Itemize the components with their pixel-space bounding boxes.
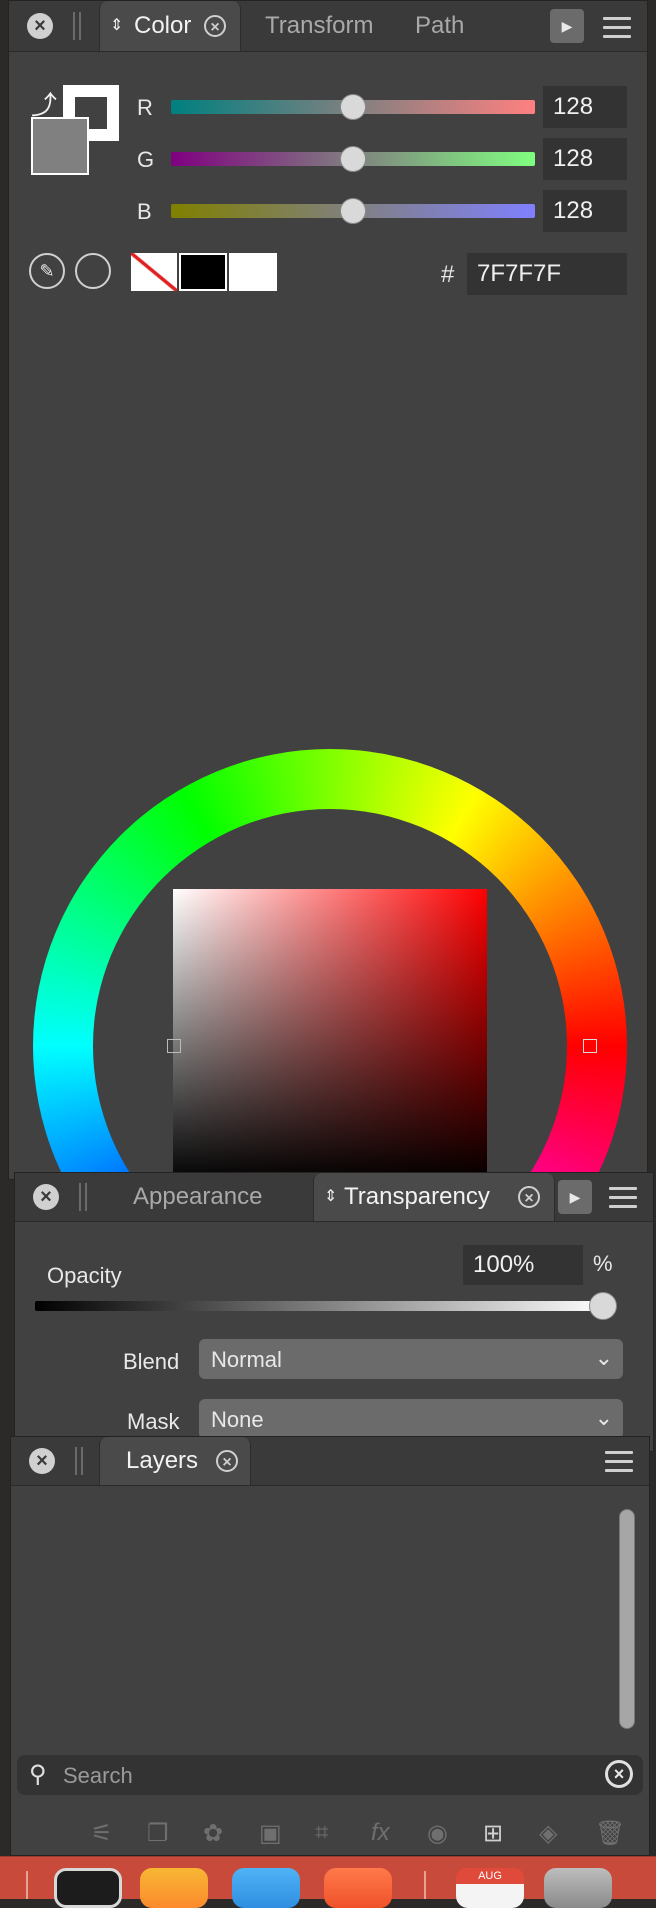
finder-icon[interactable]	[232, 1868, 300, 1908]
mask-layer-icon[interactable]: ▣	[259, 1819, 282, 1848]
hue-marker[interactable]	[583, 1039, 597, 1053]
close-panel-icon[interactable]: ×	[33, 1184, 59, 1210]
search-icon: ⚲	[29, 1761, 47, 1788]
drag-grip[interactable]	[73, 12, 81, 40]
close-panel-icon[interactable]: ×	[29, 1448, 55, 1474]
opacity-slider-thumb[interactable]	[589, 1292, 617, 1320]
b-value-field[interactable]: 128	[543, 190, 627, 232]
black-swatch[interactable]	[179, 253, 227, 291]
saturation-lightness-square[interactable]	[173, 889, 487, 1183]
hex-input[interactable]: 7F7F7F	[467, 253, 627, 295]
chevron-down-icon: ⌄	[594, 1405, 613, 1430]
dock-divider	[424, 1871, 426, 1899]
b-label: B	[137, 199, 152, 224]
sort-arrows-icon: ⇕	[324, 1188, 338, 1205]
search-input[interactable]: Search	[63, 1763, 133, 1789]
search-field[interactable]: ⚲ Search ×	[17, 1755, 643, 1795]
opacity-slider-track[interactable]	[35, 1301, 607, 1311]
tab-transparency-label: Transparency	[344, 1183, 490, 1210]
r-value-field[interactable]: 128	[543, 86, 627, 128]
g-label: G	[137, 147, 155, 172]
tab-layers-label: Layers	[126, 1447, 199, 1474]
trash-icon[interactable]: 🗑	[595, 1819, 625, 1848]
close-tab-icon[interactable]: ×	[216, 1450, 238, 1472]
mask-dropdown[interactable]: None ⌄	[199, 1399, 623, 1439]
layers-list	[11, 1485, 649, 1737]
menu-icon[interactable]	[603, 17, 631, 39]
color-panel: × ⇕ Color × Transform Path ▶ ⤴ R 128 G 1…	[8, 0, 648, 1343]
activity-monitor-icon[interactable]	[54, 1868, 122, 1908]
adjustments-icon[interactable]: ⚟	[91, 1819, 113, 1848]
opacity-input[interactable]: 100%	[463, 1245, 583, 1285]
mask-value: None	[211, 1407, 264, 1432]
b-slider-thumb[interactable]	[340, 198, 366, 224]
sl-marker[interactable]	[167, 1039, 181, 1053]
menu-icon[interactable]	[609, 1187, 637, 1209]
fill-swatch[interactable]	[31, 117, 89, 175]
g-slider-thumb[interactable]	[340, 146, 366, 172]
opacity-label: Opacity	[47, 1263, 122, 1288]
add-layer-icon[interactable]: ⊞	[483, 1819, 503, 1848]
white-swatch[interactable]	[229, 253, 277, 291]
duplicate-icon[interactable]: ❐	[147, 1819, 169, 1848]
menu-icon[interactable]	[605, 1451, 633, 1473]
layers-panel-tabbar: × Layers ×	[11, 1437, 649, 1486]
blend-value: Normal	[211, 1347, 282, 1372]
crop-icon[interactable]: ⌗	[315, 1819, 329, 1847]
chevron-down-icon: ⌄	[594, 1345, 613, 1370]
tab-path[interactable]: Path	[415, 1, 464, 51]
r-label: R	[137, 95, 153, 120]
fx-icon[interactable]: fx	[371, 1819, 390, 1847]
opacity-unit: %	[593, 1251, 613, 1276]
transparency-panel-tabbar: × Appearance ⇕ Transparency × ▶	[15, 1173, 653, 1222]
sort-arrows-icon: ⇕	[110, 17, 124, 34]
calendar-icon[interactable]: AUG	[456, 1868, 524, 1908]
tab-appearance[interactable]: Appearance	[133, 1173, 262, 1221]
drag-grip[interactable]	[79, 1183, 87, 1211]
dock-divider	[26, 1871, 28, 1899]
trash-dock-icon[interactable]	[544, 1868, 612, 1908]
blend-dropdown[interactable]: Normal ⌄	[199, 1339, 623, 1379]
calendar-month: AUG	[456, 1868, 524, 1884]
play-icon[interactable]: ▶	[558, 1180, 592, 1214]
layers-toolbar: ⚟ ❐ ✿ ▣ ⌗ fx ◉ ⊞ ◈ 🗑	[91, 1819, 651, 1849]
hex-symbol: #	[441, 261, 455, 288]
blend-label: Blend	[123, 1349, 180, 1374]
close-panel-icon[interactable]: ×	[27, 13, 53, 39]
layers-scrollbar[interactable]	[619, 1509, 635, 1729]
group-icon[interactable]: ◈	[539, 1819, 557, 1848]
tab-layers[interactable]: Layers ×	[99, 1437, 251, 1485]
clear-search-icon[interactable]: ×	[605, 1760, 633, 1788]
camera-icon[interactable]: ◉	[427, 1819, 448, 1848]
effects-icon[interactable]: ✿	[203, 1819, 223, 1848]
r-slider-thumb[interactable]	[340, 94, 366, 120]
eyedropper-icon[interactable]: ✎	[29, 253, 65, 289]
color-panel-tabbar: × ⇕ Color × Transform Path ▶	[9, 1, 647, 52]
close-tab-icon[interactable]: ×	[518, 1186, 540, 1208]
drag-grip[interactable]	[75, 1447, 83, 1475]
transparency-panel: × Appearance ⇕ Transparency × ▶ Opacity …	[14, 1172, 654, 1452]
circle-toggle-icon[interactable]	[75, 253, 111, 289]
tab-transparency[interactable]: ⇕ Transparency ×	[313, 1173, 555, 1221]
tab-color[interactable]: ⇕ Color ×	[99, 1, 241, 51]
layers-panel: × Layers × ⚲ Search × ⚟ ❐ ✿ ▣ ⌗ fx ◉ ⊞ ◈…	[10, 1436, 650, 1856]
none-swatch[interactable]	[131, 253, 177, 291]
close-tab-icon[interactable]: ×	[204, 15, 226, 37]
app-icon[interactable]	[324, 1868, 392, 1908]
tab-color-label: Color	[134, 12, 192, 39]
play-icon[interactable]: ▶	[550, 9, 584, 43]
mask-label: Mask	[127, 1409, 180, 1434]
tab-transform[interactable]: Transform	[265, 1, 373, 51]
g-value-field[interactable]: 128	[543, 138, 627, 180]
sketch-icon[interactable]	[140, 1868, 208, 1908]
